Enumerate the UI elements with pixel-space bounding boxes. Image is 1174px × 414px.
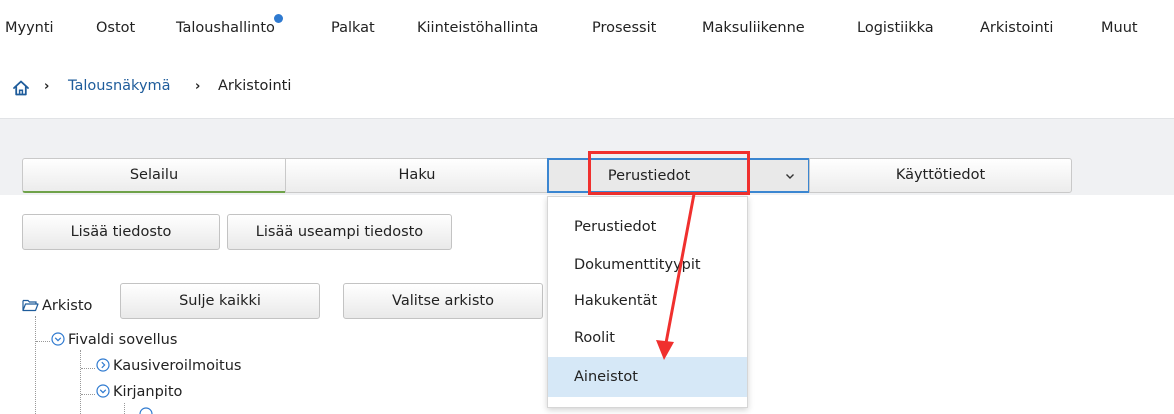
home-icon[interactable] xyxy=(12,79,30,97)
nav-item-palkat[interactable]: Palkat xyxy=(331,20,375,36)
tree-connector xyxy=(36,341,50,342)
tree-node-fivaldi-sovellus[interactable]: Fivaldi sovellus xyxy=(51,332,177,348)
breadcrumb: › Talousnäkymä › Arkistointi xyxy=(0,58,1174,118)
tree-connector xyxy=(35,316,36,414)
expand-circle-down-icon xyxy=(51,332,65,346)
nav-item-maksuliikenne[interactable]: Maksuliikenne xyxy=(702,20,805,36)
dropdown-item-dokumenttityypit[interactable]: Dokumenttityypit xyxy=(548,247,747,283)
add-multiple-files-button[interactable]: Lisää useampi tiedosto xyxy=(227,214,452,250)
nav-item-arkistointi[interactable]: Arkistointi xyxy=(980,20,1053,36)
tree-connector xyxy=(81,368,95,369)
nav-item-taloushallinto[interactable]: Taloushallinto xyxy=(176,14,283,36)
tree-root-label: Arkisto xyxy=(42,298,93,314)
nav-item-ostot[interactable]: Ostot xyxy=(96,20,135,36)
tree-node-label: Fivaldi sovellus xyxy=(68,332,178,348)
dropdown-item-roolit[interactable]: Roolit xyxy=(548,320,747,356)
breadcrumb-separator-icon: › xyxy=(195,79,201,94)
folder-open-icon xyxy=(22,299,39,312)
nav-item-myynti[interactable]: Myynti xyxy=(5,20,54,36)
tab-perustiedot-label: Perustiedot xyxy=(607,168,691,184)
tab-selailu[interactable]: Selailu xyxy=(22,158,286,193)
breadcrumb-current: Arkistointi xyxy=(218,78,292,94)
dropdown-item-hakukentat[interactable]: Hakukentät xyxy=(548,283,747,319)
dropdown-item-aineistot[interactable]: Aineistot xyxy=(548,357,747,397)
tree-connector xyxy=(81,394,95,395)
dropdown-item-perustiedot[interactable]: Perustiedot xyxy=(548,209,747,245)
tree-node-label: Kausiveroilmoitus xyxy=(113,358,242,374)
select-archive-button[interactable]: Valitse arkisto xyxy=(343,283,543,319)
nav-item-prosessit[interactable]: Prosessit xyxy=(592,20,656,36)
tree-node-kirjanpito[interactable]: Kirjanpito xyxy=(96,384,182,400)
breadcrumb-link-talousnakyma[interactable]: Talousnäkymä xyxy=(68,78,171,94)
nav-item-logistiikka[interactable]: Logistiikka xyxy=(857,20,934,36)
expand-circle-icon xyxy=(139,407,153,414)
add-file-button[interactable]: Lisää tiedosto xyxy=(22,214,220,250)
tree-connector xyxy=(124,403,125,414)
nav-item-taloushallinto-label: Taloushallinto xyxy=(176,20,275,36)
collapse-all-button[interactable]: Sulje kaikki xyxy=(120,283,320,319)
perustiedot-dropdown-menu: Perustiedot Dokumenttityypit Hakukentät … xyxy=(547,196,748,408)
tree-node-kausiveroilmoitus[interactable]: Kausiveroilmoitus xyxy=(96,358,241,374)
tree-root[interactable]: Arkisto xyxy=(22,298,92,314)
top-navigation: Myynti Ostot Taloushallinto Palkat Kiint… xyxy=(0,0,1174,58)
tree-node-label: Kirjanpito xyxy=(113,384,183,400)
chevron-down-icon xyxy=(786,174,794,179)
nav-item-kiinteistohallinta[interactable]: Kiinteistöhallinta xyxy=(417,20,538,36)
expand-circle-down-icon xyxy=(96,384,110,398)
tree-connector xyxy=(80,350,81,414)
tab-kayttotiedot[interactable]: Käyttötiedot xyxy=(809,158,1072,193)
tab-perustiedot-dropdown[interactable]: Perustiedot xyxy=(547,158,810,193)
breadcrumb-separator-icon: › xyxy=(44,79,50,94)
nav-item-muut[interactable]: Muut xyxy=(1101,20,1138,36)
notification-dot-icon xyxy=(273,14,283,23)
expand-circle-right-icon xyxy=(96,358,110,372)
tab-haku[interactable]: Haku xyxy=(285,158,549,193)
